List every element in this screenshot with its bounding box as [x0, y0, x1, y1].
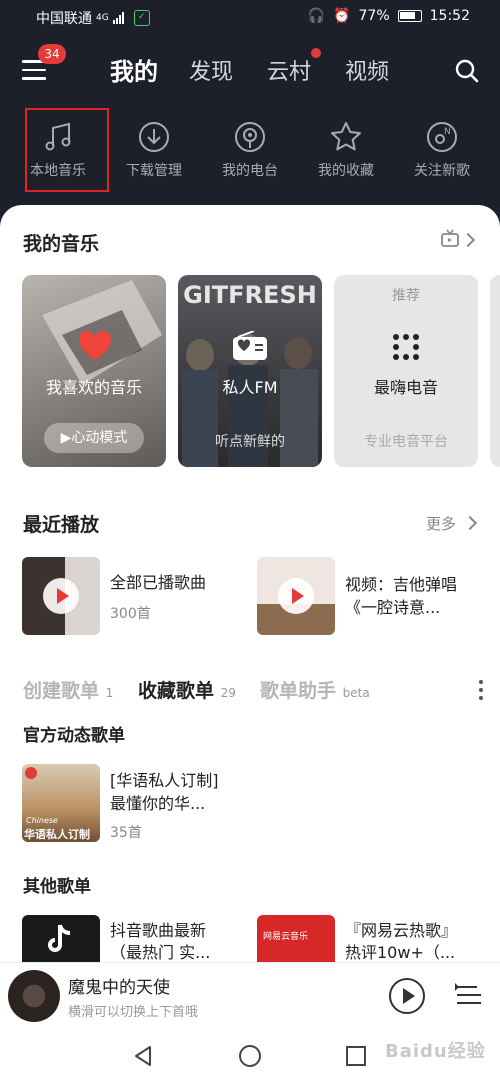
wechat-icon: ✓: [133, 10, 150, 26]
official-title: 官方动态歌单: [23, 726, 125, 746]
battery-percent: 77%: [358, 8, 390, 24]
tab-created-count: 1: [105, 686, 114, 700]
netease-hot-cover[interactable]: 网易云音乐: [257, 915, 335, 962]
top-navigation: 34 我的 发现 云村 视频: [0, 44, 500, 98]
radio-icon: [233, 331, 267, 360]
official-playlist-cover[interactable]: Chinese 华语私人订制: [22, 764, 100, 842]
recent-video-title-2[interactable]: 《一腔诗意...: [345, 596, 440, 620]
tile-private-fm[interactable]: GITFRESH 私人FM 听点新鲜的: [178, 275, 322, 467]
netease-cover-text: 网易云音乐: [263, 932, 309, 942]
new-song-icon: N: [427, 122, 457, 152]
now-playing-title: 魔鬼中的天使: [68, 978, 170, 998]
heart-mode-button[interactable]: ▶心动模式: [44, 423, 144, 453]
quick-new-songs-label: 关注新歌: [414, 163, 470, 179]
netease-line1[interactable]: 『网易云热歌』: [345, 919, 457, 943]
tile-liked-label: 我喜欢的音乐: [45, 378, 142, 397]
quick-my-radio[interactable]: 我的电台: [206, 112, 294, 192]
network-type: 4G: [96, 12, 109, 23]
now-playing-disc[interactable]: [8, 970, 60, 1022]
video-play-icon: [278, 578, 314, 614]
back-icon[interactable]: [132, 1045, 154, 1067]
tile-liked-music[interactable]: 我喜欢的音乐 ▶心动模式: [22, 275, 166, 467]
carrier-label: 中国联通: [36, 11, 92, 27]
tv-icon[interactable]: [440, 229, 460, 249]
cover-caption-cn: 华语私人订制: [24, 828, 90, 841]
menu-icon[interactable]: [22, 60, 46, 80]
recent-title: 最近播放: [23, 514, 100, 536]
playlist-icon[interactable]: [455, 981, 483, 1009]
clock: 15:52: [429, 8, 470, 24]
recent-all-count: 300首: [110, 606, 151, 622]
tile-edm-label: 最嗨电音: [373, 378, 438, 397]
douyin-cover[interactable]: [22, 915, 100, 962]
recent-video-title-1[interactable]: 视频：吉他弹唱: [345, 573, 457, 597]
play-icon: [43, 578, 79, 614]
quick-favorites-label: 我的收藏: [318, 163, 374, 179]
tab-collected-count: 29: [220, 686, 236, 700]
quick-my-radio-label: 我的电台: [222, 163, 278, 179]
official-count: 35首: [110, 825, 142, 841]
new-dot-indicator: [311, 48, 321, 58]
netease-logo-icon: [25, 767, 37, 779]
recent-more-link[interactable]: 更多: [426, 513, 456, 534]
tab-collected-playlists[interactable]: 收藏歌单 29: [138, 676, 236, 703]
quick-downloads-label: 下载管理: [126, 163, 182, 179]
tab-playlist-assistant[interactable]: 歌单助手 beta: [260, 676, 370, 703]
official-line1[interactable]: [华语私人订制]: [110, 769, 219, 793]
alarm-icon: ⏰: [333, 8, 351, 24]
tab-mine[interactable]: 我的: [110, 52, 158, 87]
tab-assistant-beta: beta: [342, 686, 370, 700]
other-title: 其他歌单: [23, 877, 91, 897]
tile-fm-label: 私人FM: [222, 378, 278, 397]
tile-edm[interactable]: 推荐 最嗨电音 专业电音平台: [334, 275, 478, 467]
my-music-title: 我的音乐: [23, 233, 100, 255]
tile-edm-sub: 专业电音平台: [364, 434, 448, 450]
now-playing-hint: 横滑可以切换上下首哦: [68, 1005, 199, 1020]
tile-edm-top: 推荐: [392, 288, 420, 304]
download-icon: [139, 122, 169, 152]
home-icon[interactable]: [238, 1044, 262, 1068]
tab-created-label: 创建歌单: [23, 680, 100, 702]
battery-icon: [397, 10, 422, 22]
tab-collected-label: 收藏歌单: [138, 680, 215, 702]
quick-new-songs[interactable]: N 关注新歌: [398, 112, 486, 192]
tab-assistant-label: 歌单助手: [260, 680, 337, 702]
tile-peek: [490, 275, 500, 467]
tile-fm-sub: 听点新鲜的: [215, 434, 285, 450]
status-bar: 中国联通 4G ✓ 🎧 ⏰ 77% 15:52: [0, 0, 500, 34]
tab-discover[interactable]: 发现: [189, 54, 233, 86]
tiktok-logo-icon: [48, 924, 71, 952]
play-button[interactable]: [389, 978, 425, 1014]
signal-icon: [112, 12, 124, 24]
svg-text:N: N: [444, 127, 451, 137]
quick-favorites[interactable]: 我的收藏: [302, 112, 390, 192]
podcast-icon: [235, 122, 265, 152]
notification-badge: 34: [38, 44, 66, 64]
recent-all-thumb[interactable]: [22, 557, 100, 635]
watermark: Baidu经验: [385, 1041, 486, 1062]
fm-cover-text: GITFRESH: [183, 281, 317, 309]
search-icon[interactable]: [454, 58, 480, 84]
highlight-box: [25, 108, 109, 192]
tab-video[interactable]: 视频: [345, 54, 389, 86]
mini-player[interactable]: 魔鬼中的天使 横滑可以切换上下首哦: [0, 962, 500, 1028]
more-options-icon[interactable]: [479, 680, 483, 704]
tab-created-playlists[interactable]: 创建歌单 1: [23, 676, 113, 703]
recent-all-title[interactable]: 全部已播歌曲: [110, 571, 206, 595]
star-icon: [331, 122, 361, 151]
playlist-tabs: 创建歌单 1 收藏歌单 29 歌单助手 beta: [23, 676, 483, 706]
recents-icon[interactable]: [345, 1045, 367, 1067]
cover-caption-en: Chinese: [26, 816, 58, 825]
heart-icon: [78, 330, 112, 360]
dots-grid-icon: [393, 334, 419, 360]
douyin-line1[interactable]: 抖音歌曲最新: [110, 919, 206, 943]
quick-downloads[interactable]: 下载管理: [110, 112, 198, 192]
headset-icon: 🎧: [307, 8, 326, 24]
recent-video-thumb[interactable]: [257, 557, 335, 635]
official-line2[interactable]: 最懂你的华...: [110, 792, 205, 816]
tab-cloud-village[interactable]: 云村: [267, 54, 311, 86]
